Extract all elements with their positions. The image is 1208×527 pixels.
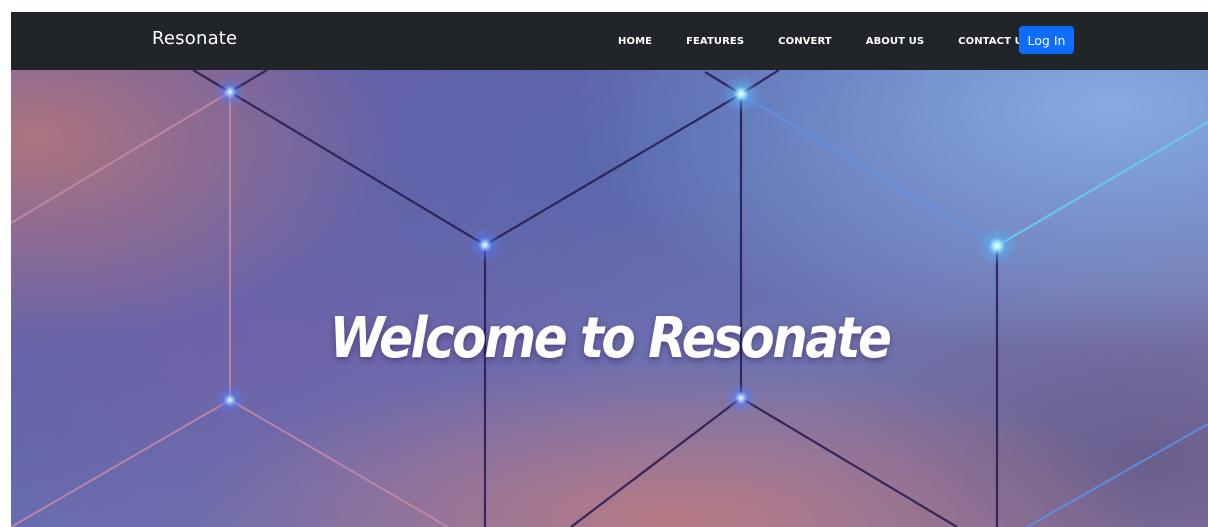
hexagon-edges <box>192 70 999 527</box>
login-button[interactable]: Log In <box>1019 26 1074 54</box>
nav-link-about-us[interactable]: ABOUT US <box>849 36 941 47</box>
hero-title: Welcome to Resonate <box>329 305 892 370</box>
page: Resonate HOME FEATURES CONVERT ABOUT US … <box>11 12 1208 527</box>
navbar: Resonate HOME FEATURES CONVERT ABOUT US … <box>11 12 1208 70</box>
nav-links: HOME FEATURES CONVERT ABOUT US CONTACT U… <box>601 12 1047 70</box>
nav-link-convert[interactable]: CONVERT <box>761 36 849 47</box>
hero-section: Welcome to Resonate <box>11 70 1208 527</box>
nav-link-features[interactable]: FEATURES <box>669 36 761 47</box>
nav-link-home[interactable]: HOME <box>601 36 669 47</box>
brand-logo[interactable]: Resonate <box>152 28 237 49</box>
hexagon-network-background <box>11 70 1208 527</box>
